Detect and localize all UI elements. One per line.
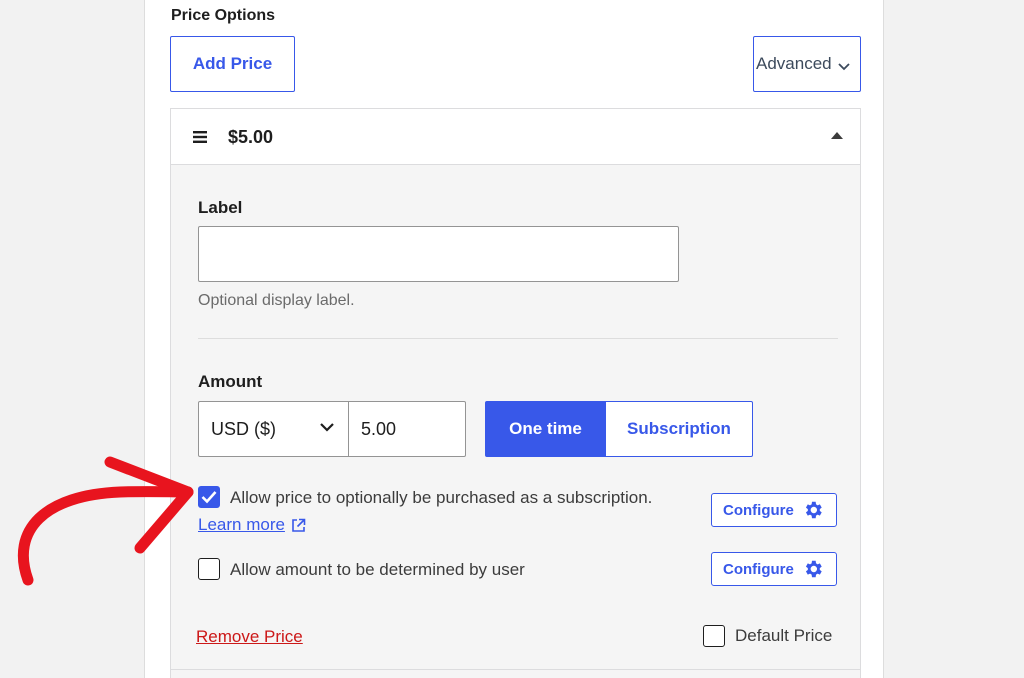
subscription-option-checkbox[interactable] <box>198 486 220 508</box>
label-field-title: Label <box>198 198 243 217</box>
subscription-toggle[interactable]: Subscription <box>606 401 753 457</box>
price-card-header[interactable]: $5.00 <box>171 109 860 165</box>
configure-label: Configure <box>723 560 794 578</box>
custom-amount-option-label: Allow amount to be determined by user <box>230 560 525 579</box>
default-price-checkbox[interactable] <box>703 625 725 647</box>
label-help-text: Optional display label. <box>198 292 355 309</box>
price-card: $5.00 Label Optional display label. Amou… <box>170 108 861 678</box>
learn-more-link[interactable]: Learn more <box>198 515 306 535</box>
billing-type-toggle: One time Subscription <box>485 401 753 457</box>
external-link-icon <box>292 518 306 532</box>
currency-select[interactable]: USD ($) <box>198 401 349 457</box>
configure-label: Configure <box>723 501 794 519</box>
advanced-dropdown-button[interactable]: Advanced <box>753 36 861 92</box>
learn-more-label: Learn more <box>198 515 285 534</box>
custom-amount-option-checkbox[interactable] <box>198 558 220 580</box>
collapse-caret-icon[interactable] <box>831 131 843 140</box>
add-price-button[interactable]: Add Price <box>170 36 295 92</box>
one-time-toggle[interactable]: One time <box>485 401 606 457</box>
currency-selected-value: USD ($) <box>211 418 277 439</box>
gear-icon <box>805 501 822 519</box>
annotation-arrow <box>17 456 194 586</box>
card-bottom-border <box>171 669 860 670</box>
subscription-option-label: Allow price to optionally be purchased a… <box>230 488 653 507</box>
remove-price-link[interactable]: Remove Price <box>196 627 303 647</box>
gear-icon <box>805 560 822 578</box>
label-input[interactable] <box>198 226 679 282</box>
price-card-title: $5.00 <box>228 127 274 147</box>
chevron-down-icon <box>320 423 334 432</box>
checkmark-icon <box>201 491 217 504</box>
advanced-label: Advanced <box>756 54 832 73</box>
configure-subscription-button[interactable]: Configure <box>711 493 837 527</box>
divider <box>198 338 838 339</box>
chevron-down-icon <box>837 63 850 71</box>
default-price-label: Default Price <box>735 626 833 645</box>
configure-custom-amount-button[interactable]: Configure <box>711 552 837 586</box>
drag-handle-icon[interactable] <box>193 130 207 144</box>
amount-input[interactable] <box>348 401 466 457</box>
amount-title: Amount <box>198 372 263 391</box>
section-title: Price Options <box>171 7 276 24</box>
